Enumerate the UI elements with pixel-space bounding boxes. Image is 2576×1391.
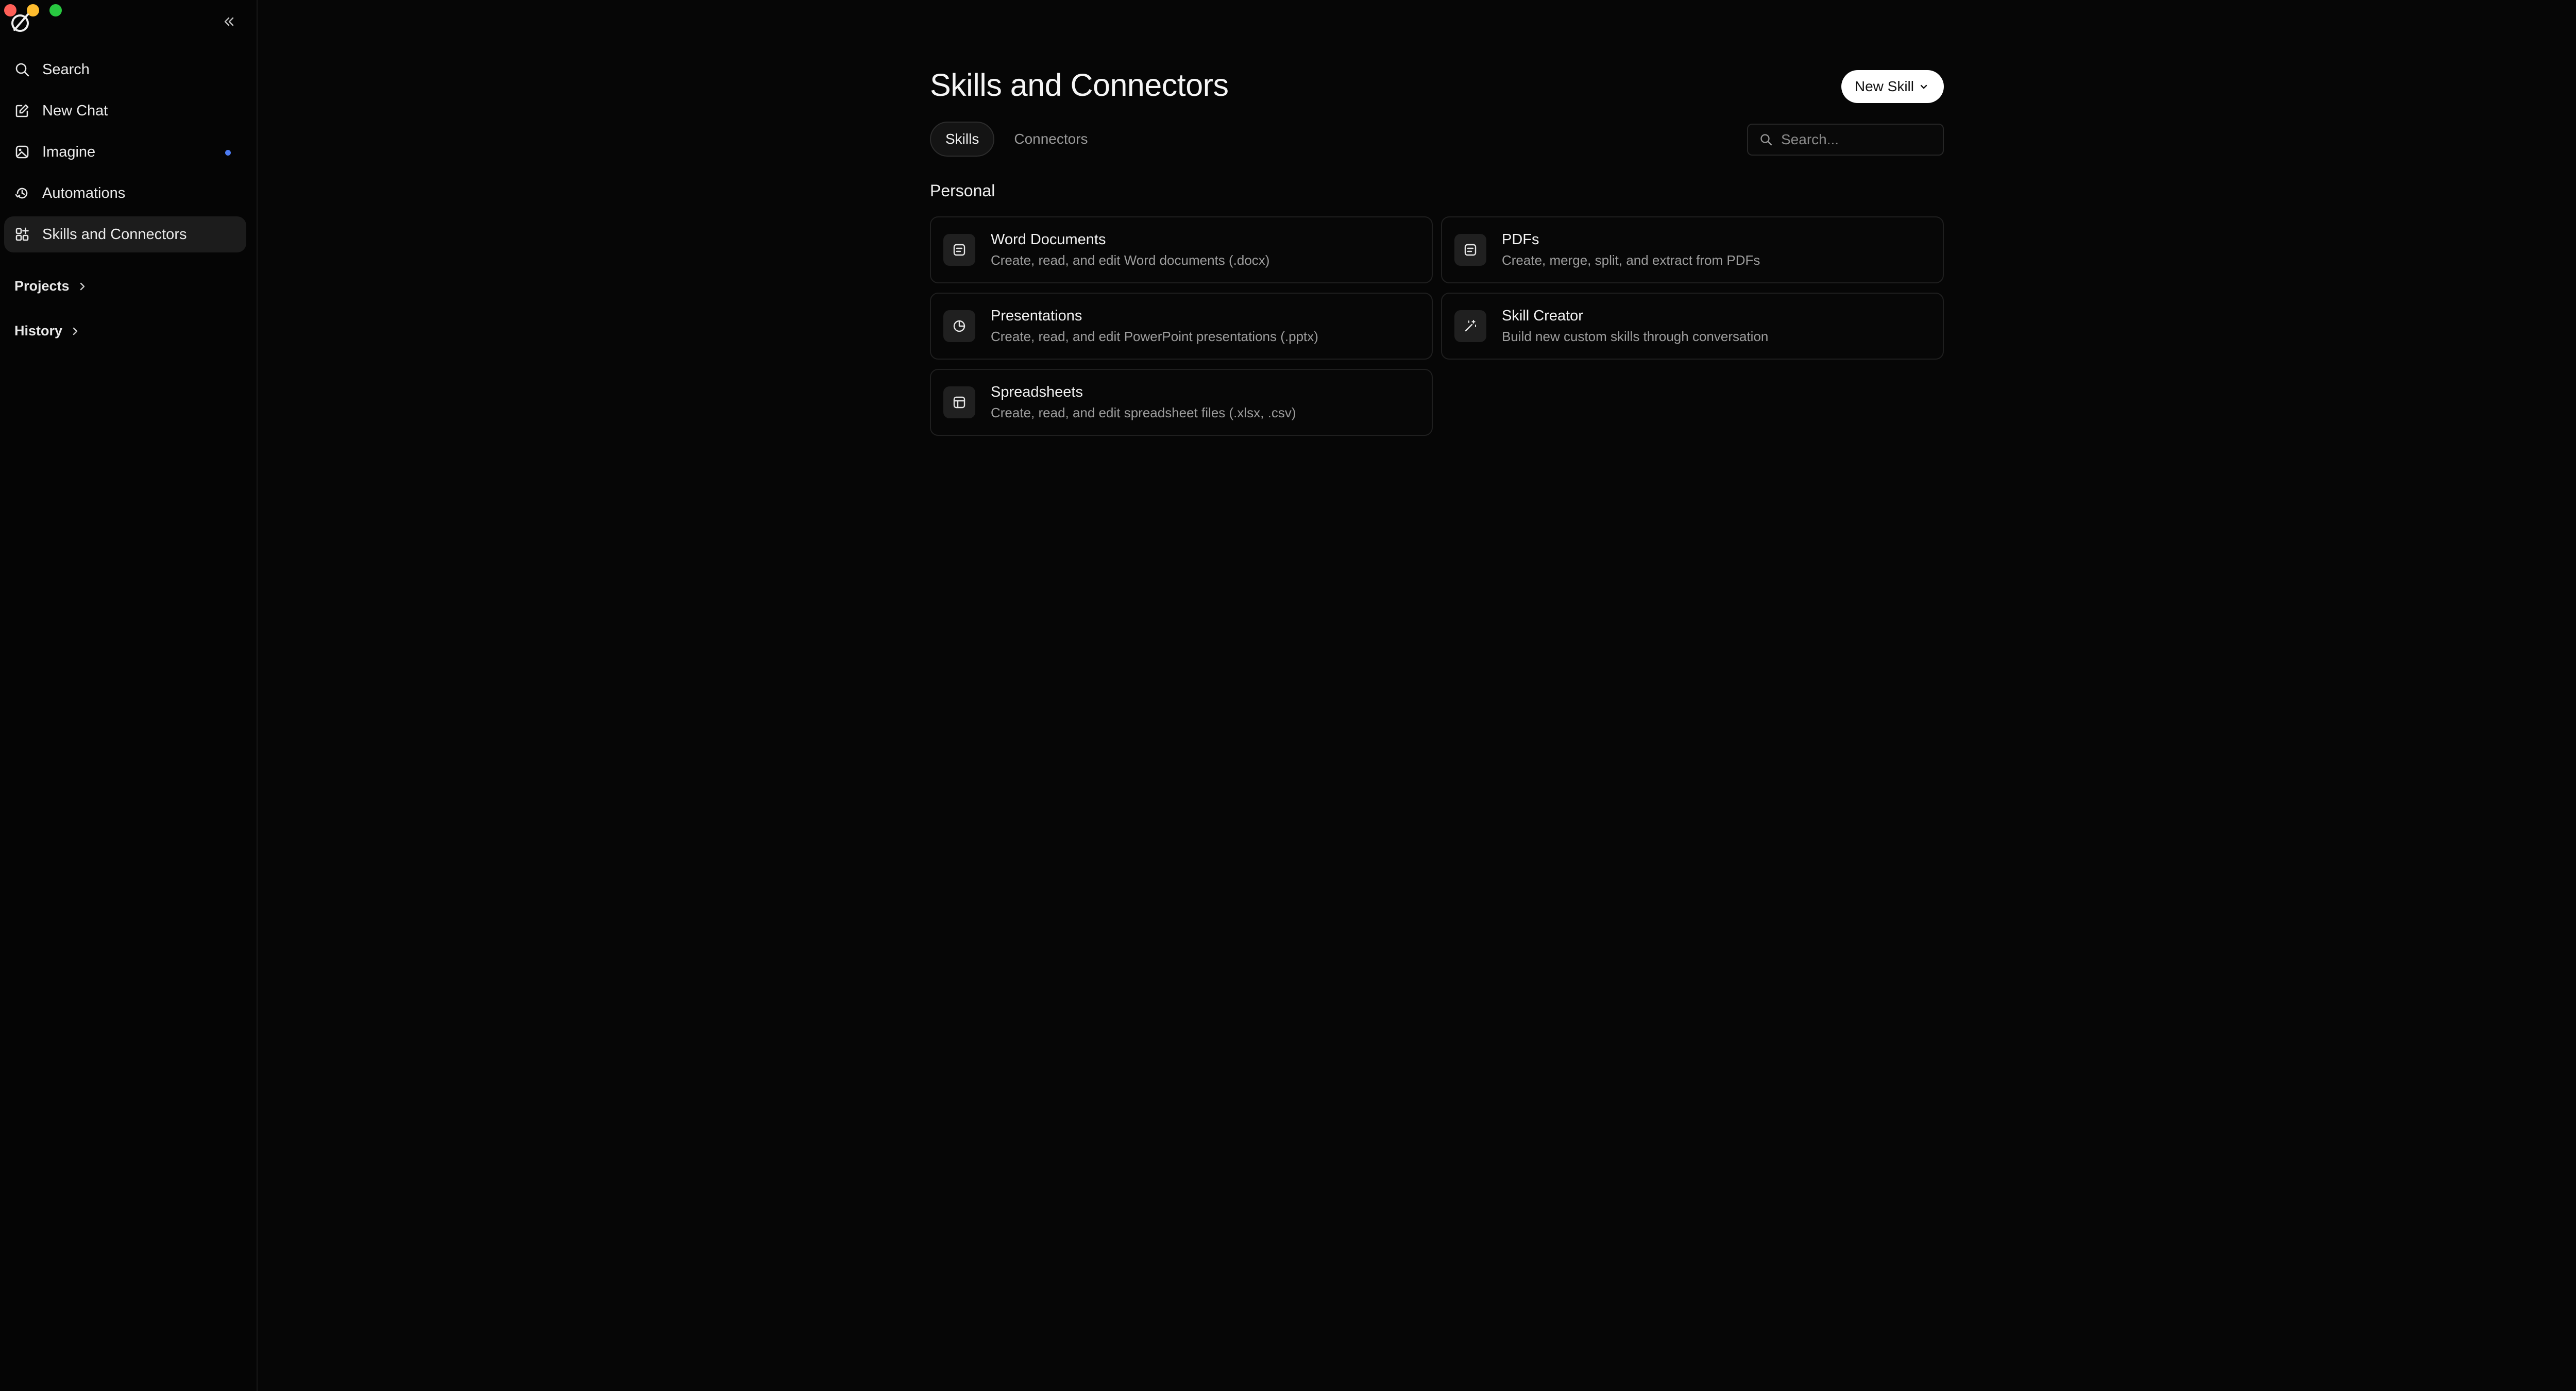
tab-skills[interactable]: Skills [930,122,995,157]
chevron-right-icon [73,327,78,335]
sidebar-item-new-chat[interactable]: New Chat [4,93,246,129]
search-icon [1760,134,1772,146]
sidebar-nav: Search New Chat Imagine Automations Skil… [4,52,246,258]
sidebar-item-label: Automations [42,184,126,201]
edit-icon [13,102,31,120]
sidebar-item-automations[interactable]: Automations [4,175,246,211]
sidebar-item-label: Imagine [42,143,96,160]
skill-card-skill-creator[interactable]: Skill Creator Build new custom skills th… [1441,293,1944,360]
skill-title: Presentations [991,308,1082,324]
skill-description: Build new custom skills through conversa… [1502,329,1769,344]
chevron-right-icon [80,282,84,290]
search-icon [13,61,31,78]
skills-icon [13,226,31,243]
skill-card-spreadsheets[interactable]: Spreadsheets Create, read, and edit spre… [930,369,1433,436]
skill-title: Spreadsheets [991,384,1083,400]
projects-label: Projects [14,278,70,294]
sidebar-item-label: Search [42,61,90,78]
skill-card-presentations[interactable]: Presentations Create, read, and edit Pow… [930,293,1433,360]
skill-description: Create, read, and edit PowerPoint presen… [991,329,1318,344]
pdf-icon [1454,234,1486,266]
app-logo-icon[interactable] [8,9,34,35]
sidebar-item-search[interactable]: Search [4,52,246,88]
skill-description: Create, read, and edit Word documents (.… [991,252,1270,268]
sidebar-projects-toggle[interactable]: Projects [14,278,87,294]
zoom-window-button[interactable] [49,4,62,16]
tab-label: Skills [945,131,979,147]
skill-card-pdfs[interactable]: PDFs Create, merge, split, and extract f… [1441,216,1944,283]
skill-title: Word Documents [991,231,1106,248]
new-skill-button[interactable]: New Skill [1841,70,1944,103]
image-icon [13,143,31,161]
tab-label: Connectors [1014,131,1088,147]
sidebar-item-label: New Chat [42,102,108,119]
history-label: History [14,323,63,338]
collapse-sidebar-button[interactable] [218,11,239,32]
search-input[interactable] [1780,131,1935,148]
new-indicator-dot [225,150,231,156]
automation-icon [13,184,31,202]
skills-search-box[interactable] [1747,124,1944,156]
skills-grid: Word Documents Create, read, and edit Wo… [930,216,1944,436]
document-icon [943,234,975,266]
skill-description: Create, merge, split, and extract from P… [1502,252,1760,268]
main-content: Skills and Connectors New Skill Skills C… [258,0,2576,1391]
sidebar-item-label: Skills and Connectors [42,226,187,243]
sidebar-history-toggle[interactable]: History [14,323,80,339]
app-window: Search New Chat Imagine Automations Skil… [0,0,2576,1391]
tab-connectors[interactable]: Connectors [998,122,1103,157]
section-heading-personal: Personal [930,181,995,200]
sidebar: Search New Chat Imagine Automations Skil… [0,0,258,1391]
skill-card-word-documents[interactable]: Word Documents Create, read, and edit Wo… [930,216,1433,283]
skill-title: Skill Creator [1502,308,1583,324]
pie-chart-icon [943,310,975,342]
double-chevron-left-icon [224,17,234,26]
sidebar-item-skills-and-connectors[interactable]: Skills and Connectors [4,216,246,252]
tab-bar: Skills Connectors [930,122,1104,157]
magic-wand-icon [1454,310,1486,342]
chevron-down-icon [1920,84,1927,89]
sidebar-item-imagine[interactable]: Imagine [4,134,246,170]
page-title: Skills and Connectors [930,67,1229,103]
skill-title: PDFs [1502,231,1539,248]
new-skill-label: New Skill [1854,78,1914,94]
skill-description: Create, read, and edit spreadsheet files… [991,405,1296,420]
table-icon [943,386,975,418]
